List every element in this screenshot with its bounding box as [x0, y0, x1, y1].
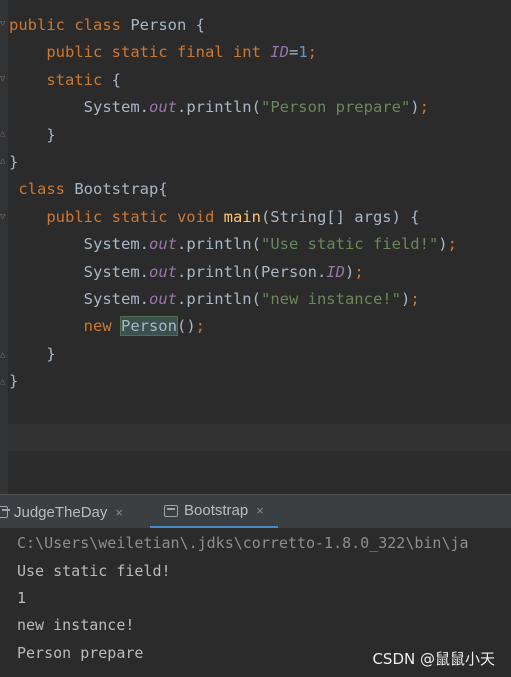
fold-icon[interactable]: △ — [0, 349, 8, 361]
code-line: public static void main(String[] args) { — [9, 204, 420, 231]
fold-icon[interactable]: ▽ — [0, 211, 8, 223]
code-token: } — [9, 344, 56, 363]
code-line: public static final int ID=1; — [9, 39, 317, 66]
code-token: main — [223, 207, 261, 226]
code-line: System.out.println("Person prepare"); — [9, 94, 429, 121]
code-line: System.out.println("new instance!"); — [9, 286, 420, 313]
code-line: public class Person { — [9, 12, 205, 39]
code-token: ) — [400, 290, 411, 308]
code-token: ; — [410, 290, 420, 308]
code-token: out — [148, 262, 177, 281]
current-line-highlight — [8, 424, 511, 451]
code-line: System.out.println(Person.ID); — [9, 259, 364, 286]
code-token: ; — [419, 98, 429, 117]
fold-icon[interactable]: △ — [0, 155, 8, 167]
code-token: public static final int — [46, 43, 271, 62]
code-token: ID — [326, 262, 345, 281]
code-token: Person { — [130, 16, 205, 34]
code-token: .println(Person. — [176, 262, 327, 281]
tab-judgetheday[interactable]: JudgeTheDay × — [0, 495, 123, 529]
code-line: } — [9, 368, 18, 395]
code-token: out — [148, 290, 177, 308]
console-icon — [0, 506, 10, 518]
code-token: ) — [344, 262, 355, 281]
code-token: ; — [195, 317, 205, 336]
code-token: ; — [447, 235, 457, 254]
code-token: System. — [9, 290, 149, 308]
close-icon[interactable]: × — [115, 505, 123, 520]
close-icon[interactable]: × — [256, 503, 264, 518]
code-token: System. — [9, 262, 149, 281]
console-line: 1 — [17, 589, 27, 607]
fold-icon[interactable]: ▽ — [0, 18, 8, 30]
console-command-line: C:\Users\weiletian\.jdks\corretto-1.8.0_… — [17, 534, 469, 552]
tab-label: JudgeTheDay — [14, 503, 108, 521]
code-token: ) — [410, 98, 420, 117]
code-token: } — [9, 153, 19, 171]
console-line: Use static field! — [17, 562, 171, 580]
watermark: CSDN @鼠鼠小天 — [372, 650, 495, 668]
code-token: public class — [9, 16, 131, 34]
code-token: out — [148, 98, 177, 117]
code-token: ; — [354, 262, 364, 281]
code-token: .println( — [176, 290, 261, 308]
code-token: } — [9, 125, 56, 144]
code-token: new — [83, 317, 121, 336]
code-token: () — [176, 317, 196, 336]
code-line: System.out.println("Use static field!"); — [9, 231, 457, 258]
code-token: } — [9, 372, 19, 391]
code-line: static { — [9, 67, 121, 94]
code-token: .println( — [176, 98, 261, 117]
code-token: System. — [9, 98, 149, 117]
code-line: class Bootstrap{ — [9, 176, 168, 203]
code-token: System. — [9, 235, 149, 254]
code-token: { — [111, 70, 121, 89]
code-token: public static void — [46, 207, 224, 226]
fold-icon[interactable]: △ — [0, 376, 8, 388]
code-line: } — [9, 122, 56, 149]
code-token: class — [9, 180, 75, 199]
code-token: ) — [438, 235, 448, 254]
console-line: new instance! — [17, 616, 135, 634]
code-token: "Use static field!" — [260, 235, 439, 254]
console-line: Person prepare — [17, 644, 144, 662]
console-icon — [164, 504, 178, 517]
code-token: 1 — [298, 43, 308, 62]
code-token: = — [288, 43, 299, 62]
code-token: "new instance!" — [260, 290, 401, 308]
code-token: "Person prepare" — [260, 98, 411, 117]
fold-icon[interactable]: △ — [0, 128, 8, 140]
code-token: static — [46, 70, 112, 89]
code-token: Bootstrap{ — [74, 180, 168, 199]
run-tool-window-tabs: JudgeTheDay × Bootstrap × — [0, 494, 511, 529]
code-token: ; — [307, 43, 317, 62]
code-editor[interactable]: public class Person { public static fina… — [0, 0, 511, 494]
code-token: ID — [270, 43, 289, 62]
tab-bootstrap[interactable]: Bootstrap × — [150, 495, 278, 529]
code-line: } — [9, 149, 18, 176]
code-token: (String[] args) { — [260, 207, 420, 226]
fold-icon[interactable]: ▽ — [0, 73, 8, 85]
code-line: } — [9, 341, 56, 368]
code-token: Person — [119, 316, 178, 337]
tab-label: Bootstrap — [184, 502, 249, 519]
code-token: .println( — [176, 235, 261, 254]
code-token: out — [148, 235, 177, 254]
code-line: new Person(); — [9, 313, 205, 340]
